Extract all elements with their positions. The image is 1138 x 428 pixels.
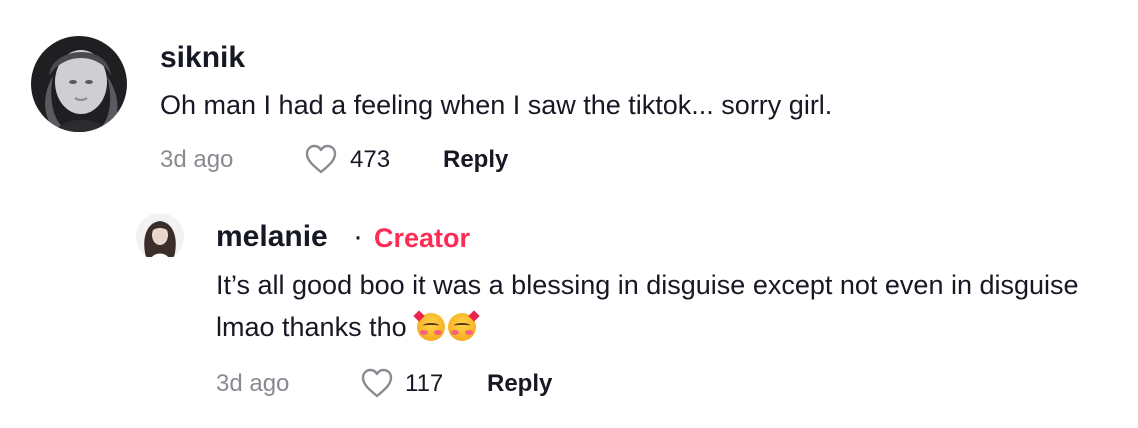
creator-avatar[interactable] — [136, 213, 184, 261]
reply-text-body: It’s all good boo it was a blessing in d… — [216, 270, 1079, 342]
commenter-username[interactable]: siknik — [160, 40, 245, 76]
heart-icon[interactable] — [304, 143, 338, 175]
reply-timestamp: 3d ago — [216, 370, 290, 397]
reply-button[interactable]: Reply — [487, 369, 552, 399]
reply-button[interactable]: Reply — [443, 145, 508, 175]
like-count: 117 — [405, 370, 444, 397]
separator-dot: · — [353, 220, 363, 253]
user-avatar-icon — [31, 36, 127, 132]
comment-text: Oh man I had a feeling when I saw the ti… — [160, 90, 833, 120]
creator-badge: Creator — [374, 223, 471, 253]
commenter-avatar[interactable] — [31, 36, 127, 132]
heart-icon[interactable] — [360, 367, 394, 399]
smiling-face-with-hearts-icon — [448, 310, 480, 341]
creator-username[interactable]: melanie — [216, 219, 328, 255]
like-count: 473 — [350, 146, 391, 173]
reply-text: It’s all good boo it was a blessing in d… — [216, 264, 1116, 348]
user-avatar-icon — [136, 213, 184, 261]
comment-timestamp: 3d ago — [160, 146, 234, 173]
smiling-face-with-hearts-icon — [413, 310, 446, 341]
